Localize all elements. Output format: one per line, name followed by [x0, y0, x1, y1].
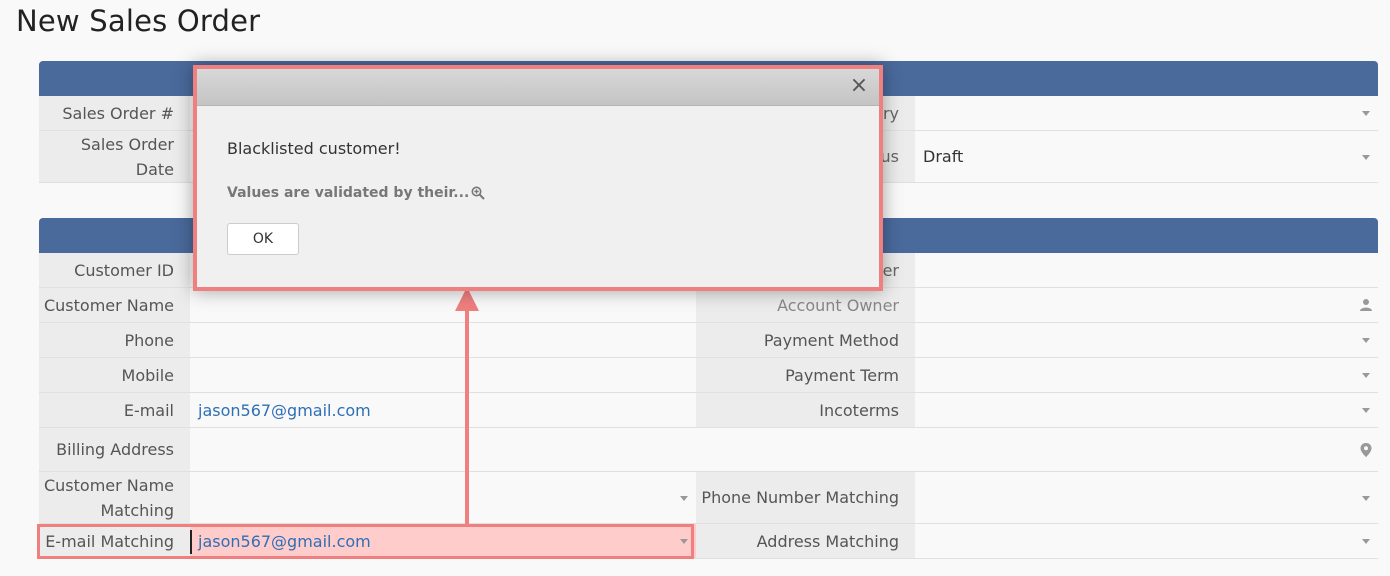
chevron-down-icon [1362, 338, 1370, 343]
chevron-down-icon [1362, 495, 1370, 501]
form-row: E-mail jason567@gmail.com Incoterms [39, 393, 1378, 428]
form-row: Phone Payment Method [39, 323, 1378, 358]
payment-term-label: Payment Term [696, 358, 915, 392]
status-value: Draft [923, 147, 964, 166]
dialog-note-text: Values are validated by their... [227, 185, 470, 201]
email-matching-select[interactable]: jason567@gmail.com [190, 524, 696, 558]
form-row: Customer Name Matching Phone Number Matc… [39, 472, 1378, 524]
sales-order-number-label: Sales Order # [39, 96, 190, 130]
payment-method-select[interactable] [915, 323, 1378, 357]
address-matching-select[interactable] [915, 524, 1378, 558]
alert-dialog: × Blacklisted customer! Values are valid… [193, 65, 883, 291]
phone-number-matching-label: Phone Number Matching [696, 472, 915, 523]
incoterms-select[interactable] [915, 393, 1378, 427]
page-title: New Sales Order [16, 4, 261, 38]
chevron-down-icon [1362, 111, 1370, 116]
email-label: E-mail [39, 393, 190, 427]
category-select[interactable] [915, 96, 1378, 130]
mobile-field[interactable] [190, 358, 696, 392]
person-icon [1360, 299, 1372, 311]
customer-name-field[interactable] [190, 288, 696, 322]
customer-number-field[interactable] [915, 253, 1378, 287]
map-pin-icon [1360, 442, 1372, 457]
customer-name-matching-label: Customer Name Matching [39, 472, 190, 523]
phone-field[interactable] [190, 323, 696, 357]
sales-order-date-label: Sales Order Date [39, 131, 190, 182]
chevron-down-icon [1362, 408, 1370, 413]
close-icon[interactable]: × [849, 75, 869, 97]
form-row: Billing Address [39, 428, 1378, 472]
ok-button[interactable]: OK [227, 223, 299, 255]
phone-number-matching-select[interactable] [915, 472, 1378, 523]
chevron-down-icon [1362, 373, 1370, 378]
form-row: Customer Name Account Owner [39, 288, 1378, 323]
dialog-message: Blacklisted customer! [227, 139, 401, 158]
account-owner-label: Account Owner [696, 288, 915, 322]
chevron-down-icon [680, 495, 688, 501]
email-matching-value: jason567@gmail.com [198, 531, 371, 551]
chevron-down-icon [1362, 154, 1370, 160]
chevron-down-icon [1362, 539, 1370, 544]
annotation-arrow [465, 305, 469, 524]
email-link[interactable]: jason567@gmail.com [190, 393, 696, 427]
incoterms-label: Incoterms [696, 393, 915, 427]
dialog-titlebar[interactable]: × [197, 69, 879, 106]
form-row: E-mail Matching jason567@gmail.com Addre… [39, 524, 1378, 559]
address-matching-label: Address Matching [696, 524, 915, 558]
mobile-label: Mobile [39, 358, 190, 392]
status-select[interactable]: Draft [915, 131, 1378, 182]
account-owner-field[interactable] [915, 288, 1378, 322]
zoom-in-icon[interactable] [471, 186, 485, 200]
customer-name-matching-select[interactable] [190, 472, 696, 523]
phone-label: Phone [39, 323, 190, 357]
payment-method-label: Payment Method [696, 323, 915, 357]
customer-name-label: Customer Name [39, 288, 190, 322]
email-matching-label: E-mail Matching [39, 524, 190, 558]
chevron-down-icon [680, 539, 688, 544]
billing-address-label: Billing Address [39, 428, 190, 471]
form-row: Mobile Payment Term [39, 358, 1378, 393]
billing-address-field[interactable] [190, 428, 1378, 471]
payment-term-select[interactable] [915, 358, 1378, 392]
customer-id-label: Customer ID [39, 253, 190, 287]
dialog-note[interactable]: Values are validated by their... [227, 185, 485, 201]
text-cursor [190, 530, 192, 554]
